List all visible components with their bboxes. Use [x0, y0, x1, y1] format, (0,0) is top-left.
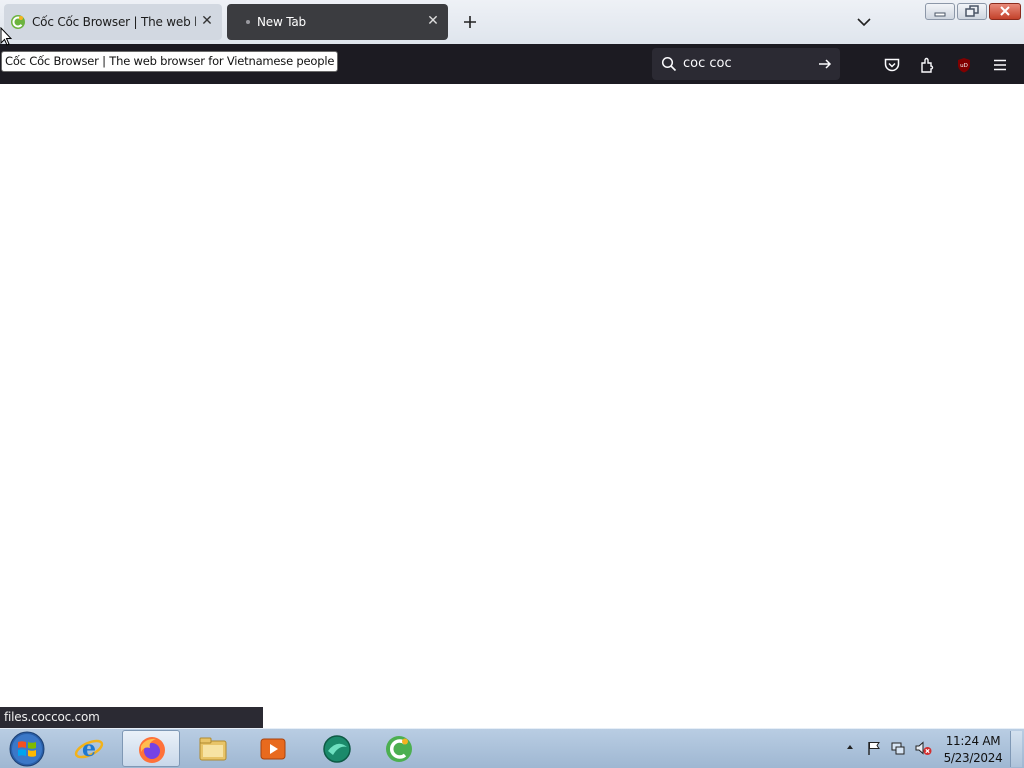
close-window-button[interactable] [989, 3, 1021, 20]
tab-new-tab[interactable]: New Tab ✕ [227, 4, 448, 40]
chevron-down-icon[interactable] [854, 13, 874, 31]
restore-icon [965, 5, 979, 17]
pocket-icon[interactable] [883, 56, 901, 74]
search-icon [661, 56, 677, 72]
extensions-icon[interactable] [919, 56, 937, 74]
app-icon [323, 735, 351, 763]
taskbar-media-player[interactable] [244, 730, 302, 767]
close-icon [1000, 6, 1010, 16]
clock-date[interactable]: 5/23/2024 [940, 751, 1006, 765]
show-desktop-button[interactable] [1010, 731, 1022, 767]
ublock-origin-icon[interactable]: uD [955, 56, 973, 74]
network-icon[interactable] [890, 740, 906, 756]
tab-strip: Cốc Cốc Browser | The web browser for Vi… [0, 0, 1024, 44]
taskbar-app[interactable] [308, 730, 366, 767]
taskbar-windows-explorer[interactable] [184, 730, 242, 767]
dot-icon [246, 20, 250, 24]
svg-text:uD: uD [960, 63, 968, 69]
firefox-icon [139, 737, 165, 763]
hamburger-menu-icon[interactable] [991, 56, 1009, 74]
tab-coccoc[interactable]: Cốc Cốc Browser | The web browser for Vi… [4, 4, 222, 40]
tab-tooltip: Cốc Cốc Browser | The web browser for Vi… [1, 51, 339, 72]
internet-explorer-icon: e [74, 736, 104, 762]
tab-title: New Tab [257, 15, 306, 29]
status-url: files.coccoc.com [0, 707, 263, 728]
volume-muted-icon[interactable] [914, 740, 932, 756]
restore-button[interactable] [957, 3, 987, 20]
windows-start-button[interactable] [4, 730, 50, 768]
taskbar: e 11:24 AM 5/23/2024 [0, 728, 1024, 768]
taskbar-coccoc[interactable] [370, 730, 428, 767]
clock-time[interactable]: 11:24 AM [940, 734, 1006, 748]
svg-text:e: e [82, 736, 96, 762]
windows-explorer-icon [199, 737, 227, 761]
show-hidden-icons-icon[interactable] [845, 742, 855, 752]
taskbar-internet-explorer[interactable]: e [60, 730, 118, 767]
search-input[interactable]: coc coc [683, 56, 732, 71]
tab-title: Cốc Cốc Browser | The web browser for Vi… [32, 15, 196, 29]
mouse-cursor-icon [0, 27, 12, 46]
close-icon[interactable]: ✕ [200, 14, 214, 28]
coccoc-icon [386, 736, 412, 762]
action-center-flag-icon[interactable] [866, 740, 882, 756]
search-bar[interactable]: coc coc [652, 48, 840, 80]
taskbar-firefox[interactable] [122, 730, 180, 767]
close-icon[interactable]: ✕ [426, 14, 440, 28]
minimize-button[interactable] [925, 3, 955, 20]
arrow-right-icon[interactable] [817, 56, 833, 72]
minimize-icon [934, 12, 946, 17]
media-player-icon [260, 738, 286, 760]
coccoc-icon [11, 15, 25, 29]
plus-icon[interactable] [460, 12, 480, 32]
